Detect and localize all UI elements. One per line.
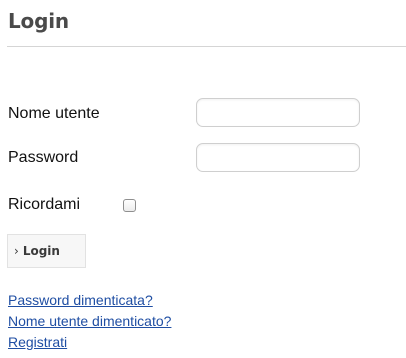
page-title: Login [8, 9, 69, 33]
password-label: Password [8, 149, 79, 166]
register-link[interactable]: Registrati [8, 334, 67, 350]
username-input[interactable] [196, 98, 360, 127]
forgot-password-link[interactable]: Password dimenticata? [8, 292, 153, 308]
title-divider [7, 46, 406, 47]
remember-me-checkbox[interactable] [123, 199, 136, 212]
forgot-username-link[interactable]: Nome utente dimenticato? [8, 313, 171, 329]
remember-me-label: Ricordami [8, 196, 81, 213]
username-label: Nome utente [8, 105, 100, 122]
password-input[interactable] [196, 143, 360, 172]
chevron-right-icon: › [14, 244, 19, 258]
login-button-label: Login [22, 244, 60, 258]
login-button[interactable]: › Login [7, 234, 86, 268]
